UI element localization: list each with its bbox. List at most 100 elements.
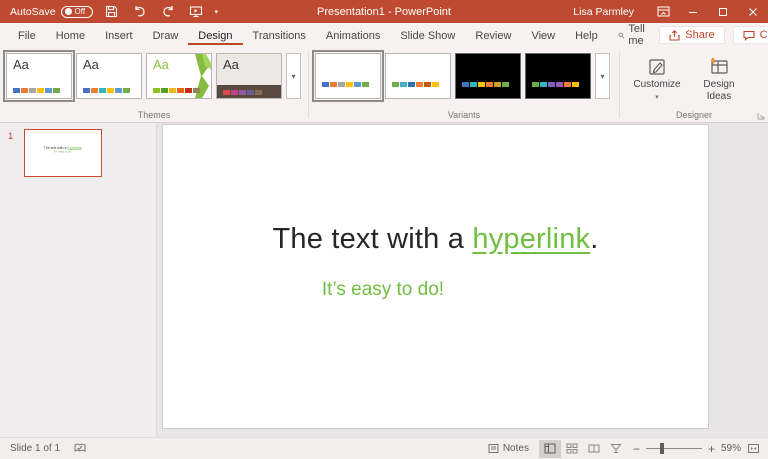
- title-prefix: The text with a: [272, 223, 473, 255]
- slide-title-text[interactable]: The text with a hyperlink.: [163, 223, 708, 256]
- customize-icon: [649, 59, 665, 75]
- variant-3[interactable]: [455, 53, 521, 99]
- themes-more-button[interactable]: ▾: [286, 53, 301, 99]
- zoom-percent[interactable]: 59%: [721, 443, 741, 454]
- ribbon-display-options-button[interactable]: [648, 0, 678, 23]
- spell-check-icon[interactable]: [74, 443, 86, 454]
- notes-button[interactable]: Notes: [484, 441, 533, 456]
- autosave-toggle[interactable]: Off: [60, 5, 93, 18]
- chevron-down-icon: ▾: [600, 71, 605, 81]
- slide-show-view-button[interactable]: [605, 440, 627, 458]
- tab-file[interactable]: File: [8, 26, 46, 45]
- tab-animations[interactable]: Animations: [316, 26, 390, 45]
- close-button[interactable]: [738, 0, 768, 23]
- share-label: Share: [685, 29, 715, 41]
- designer-group: Customize ▾ Design Ideas Designer: [620, 47, 768, 122]
- slide-edit-area[interactable]: The text with a hyperlink. It’s easy to …: [157, 123, 768, 437]
- reading-view-icon: [588, 444, 600, 453]
- customize-button[interactable]: Customize ▾: [626, 53, 688, 101]
- ribbon-design-panel: Aa Aa Aa Aa ▾ Themes ▾ Variants Customiz…: [0, 47, 768, 123]
- notes-label: Notes: [502, 443, 529, 454]
- undo-button[interactable]: [131, 3, 149, 21]
- tab-help[interactable]: Help: [565, 26, 608, 45]
- slide-thumbnail-panel: 1 The text with a hyperlink. It’s easy t…: [0, 123, 157, 437]
- slide-sorter-view-button[interactable]: [561, 440, 583, 458]
- autosave-state: Off: [74, 6, 86, 16]
- variants-group-label: Variants: [447, 110, 481, 120]
- tab-review[interactable]: Review: [465, 26, 521, 45]
- title-suffix: .: [590, 223, 599, 255]
- workspace: 1 The text with a hyperlink. It’s easy t…: [0, 123, 768, 437]
- design-ideas-button[interactable]: Design Ideas: [688, 53, 750, 102]
- variant-swatches: [392, 82, 439, 87]
- designer-group-label: Designer: [675, 110, 713, 120]
- dialog-launcher-icon[interactable]: [757, 112, 765, 120]
- zoom-in-button[interactable]: +: [708, 443, 715, 455]
- zoom-out-button[interactable]: −: [633, 443, 640, 455]
- theme-2[interactable]: Aa: [76, 53, 142, 99]
- theme-aa-label: Aa: [153, 57, 169, 72]
- statusbar-left: Slide 1 of 1: [0, 443, 86, 454]
- normal-view-icon: [544, 443, 556, 454]
- fit-to-window-icon[interactable]: [747, 443, 760, 454]
- search-icon: [618, 32, 624, 38]
- variants-group: ▾ Variants: [309, 47, 619, 122]
- tab-design[interactable]: Design: [188, 26, 243, 45]
- slide-subtitle-text[interactable]: It’s easy to do!: [163, 279, 603, 301]
- theme-office[interactable]: Aa: [3, 50, 75, 102]
- minimize-button[interactable]: [678, 0, 708, 23]
- maximize-button[interactable]: [708, 0, 738, 23]
- zoom-slider-handle[interactable]: [659, 443, 664, 454]
- redo-icon: [162, 6, 173, 17]
- thumbnail-preview-text: The text with a hyperlink. It’s easy to …: [43, 146, 83, 154]
- tab-slide-show[interactable]: Slide Show: [390, 26, 465, 45]
- tell-me-label: Tell me: [628, 23, 645, 47]
- redo-button[interactable]: [159, 3, 177, 21]
- hyperlink-text[interactable]: hyperlink: [472, 223, 590, 255]
- share-button[interactable]: Share: [659, 26, 725, 44]
- slide-number: 1: [8, 131, 14, 142]
- tab-home[interactable]: Home: [46, 26, 95, 45]
- tell-me-box[interactable]: Tell me: [608, 23, 660, 47]
- variant-4[interactable]: [525, 53, 591, 99]
- qat-more-button[interactable]: ▾: [215, 8, 219, 16]
- theme-swatches: [153, 88, 200, 93]
- design-ideas-label: Design Ideas: [703, 79, 735, 102]
- slide-show-view-icon: [610, 444, 622, 453]
- ribbon-display-options-icon: [657, 6, 669, 17]
- theme-aa-label: Aa: [83, 57, 99, 72]
- themes-gallery: Aa Aa Aa Aa: [3, 50, 282, 102]
- design-ideas-icon: [711, 57, 728, 74]
- variant-swatches: [532, 82, 579, 87]
- normal-view-button[interactable]: [538, 439, 561, 458]
- variant-swatches: [462, 82, 509, 87]
- minimize-icon: [689, 11, 697, 13]
- theme-swatches: [13, 88, 60, 93]
- view-shortcuts: [538, 439, 627, 458]
- tab-insert[interactable]: Insert: [95, 26, 143, 45]
- close-icon: [749, 7, 757, 16]
- theme-aa-label: Aa: [223, 57, 239, 72]
- reading-view-button[interactable]: [583, 440, 605, 458]
- tab-draw[interactable]: Draw: [143, 26, 189, 45]
- slideshow-icon: [189, 6, 202, 18]
- variant-2[interactable]: [385, 53, 451, 99]
- tab-view[interactable]: View: [521, 26, 565, 45]
- slide-indicator[interactable]: Slide 1 of 1: [10, 443, 60, 454]
- save-button[interactable]: [103, 3, 121, 21]
- slide-thumbnail[interactable]: The text with a hyperlink. It’s easy to …: [24, 129, 102, 177]
- variants-more-button[interactable]: ▾: [595, 53, 610, 99]
- user-name: Lisa Parmley: [573, 5, 634, 18]
- customize-label: Customize: [633, 79, 681, 90]
- start-slideshow-button[interactable]: [187, 3, 205, 21]
- tab-transitions[interactable]: Transitions: [243, 26, 316, 45]
- themes-group-label: Themes: [137, 110, 171, 120]
- theme-gallery[interactable]: Aa: [216, 53, 282, 99]
- title-bar: AutoSave Off ▾ Presentation1 - PowerPoin…: [0, 0, 768, 23]
- variant-1[interactable]: [312, 50, 384, 102]
- statusbar-right: Notes − + 59%: [484, 439, 768, 458]
- theme-facet[interactable]: Aa: [146, 53, 212, 99]
- zoom-slider[interactable]: [645, 443, 702, 454]
- slide-canvas[interactable]: The text with a hyperlink. It’s easy to …: [163, 125, 708, 428]
- comments-button[interactable]: Comments: [732, 26, 768, 44]
